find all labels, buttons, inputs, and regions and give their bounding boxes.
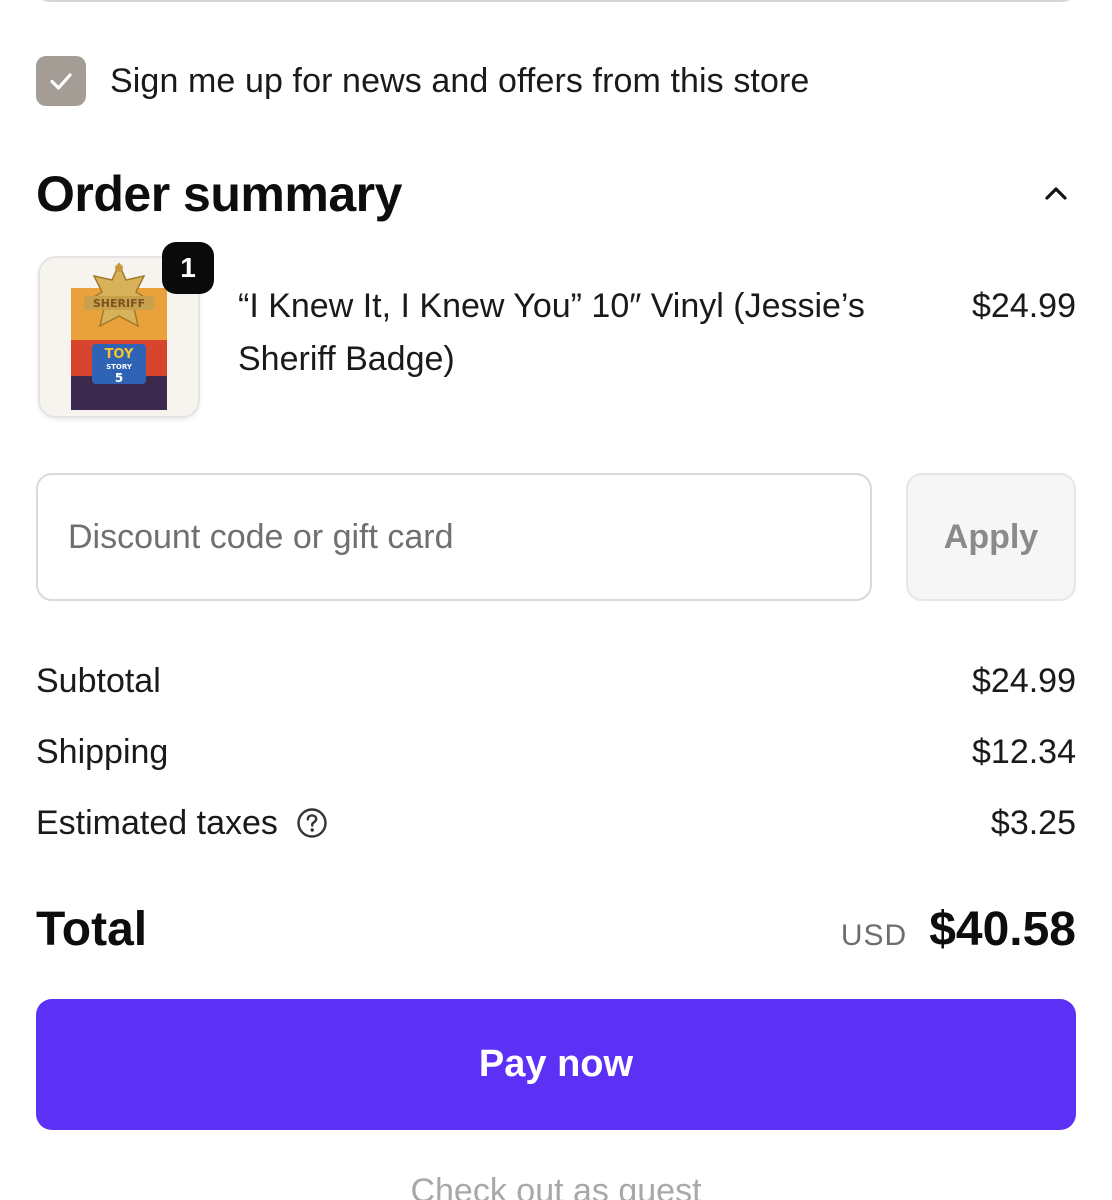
subtotal-row: Subtotal $24.99: [36, 656, 1076, 706]
svg-text:5: 5: [115, 371, 123, 385]
svg-text:TOY: TOY: [105, 347, 134, 362]
order-summary-header[interactable]: Order summary: [36, 162, 1076, 226]
discount-code-input[interactable]: [36, 473, 872, 601]
taxes-value: $3.25: [990, 803, 1076, 842]
taxes-label: Estimated taxes: [36, 803, 278, 842]
order-summary-title: Order summary: [36, 166, 402, 222]
total-value: $40.58: [929, 902, 1076, 956]
shipping-value: $12.34: [972, 732, 1076, 771]
svg-text:STORY: STORY: [106, 363, 133, 371]
shipping-row: Shipping $12.34: [36, 727, 1076, 777]
total-label: Total: [36, 902, 148, 956]
checkout-as-guest-link[interactable]: Check out as guest: [0, 1172, 1112, 1200]
discount-form: Apply: [36, 473, 1076, 601]
svg-text:SHERIFF: SHERIFF: [93, 297, 145, 310]
apply-discount-button[interactable]: Apply: [906, 473, 1076, 601]
newsletter-option[interactable]: Sign me up for news and offers from this…: [36, 56, 809, 106]
checkmark-icon: [50, 73, 72, 90]
chevron-up-icon: [1045, 187, 1067, 200]
pay-now-button[interactable]: Pay now: [36, 999, 1076, 1130]
previous-field-edge: [36, 0, 1076, 2]
total-amount-group: USD $40.58: [841, 902, 1076, 957]
currency-code: USD: [840, 918, 908, 952]
newsletter-label[interactable]: Sign me up for news and offers from this…: [110, 62, 809, 101]
product-price: $24.99: [972, 287, 1076, 325]
taxes-label-group: Estimated taxes: [36, 804, 328, 843]
product-name: “I Knew It, I Knew You” 10″ Vinyl (Jessi…: [238, 287, 865, 378]
quantity-badge: 1: [162, 242, 214, 294]
shipping-label: Shipping: [36, 732, 169, 771]
subtotal-label: Subtotal: [36, 661, 161, 700]
line-item: SHERIFF TOY STORY 5 1 “I Knew It, I Knew…: [36, 242, 1076, 420]
subtotal-value: $24.99: [972, 661, 1076, 700]
taxes-row: Estimated taxes $3.25: [36, 798, 1076, 848]
newsletter-checkbox[interactable]: [36, 56, 86, 106]
collapse-summary-button[interactable]: [1036, 174, 1076, 214]
total-row: Total USD $40.58: [36, 896, 1076, 962]
question-circle-icon[interactable]: [296, 807, 328, 839]
